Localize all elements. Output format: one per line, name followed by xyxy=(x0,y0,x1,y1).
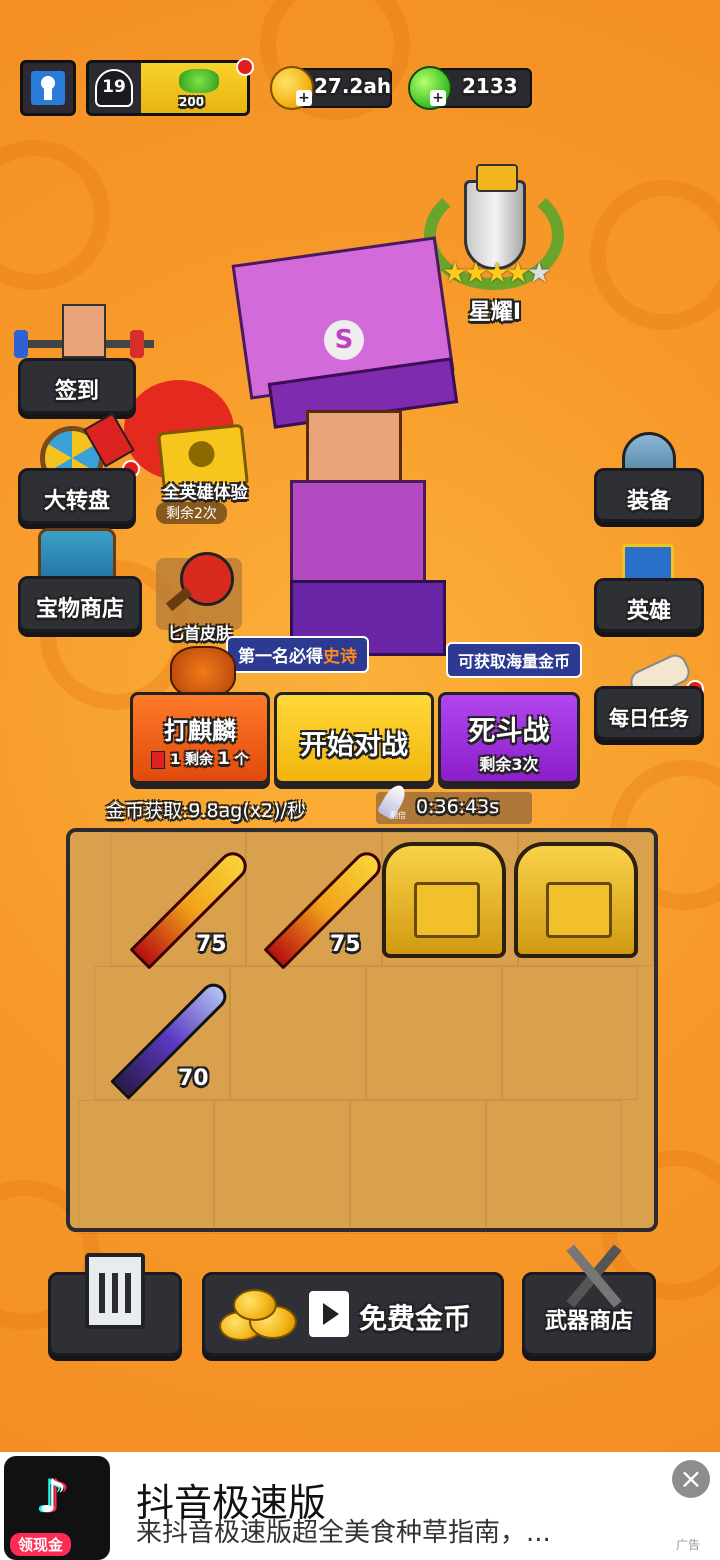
heroes-label: 英雄 xyxy=(626,599,671,624)
crown-icon xyxy=(476,164,518,192)
first-place-text: 第一名必得 xyxy=(238,647,323,667)
wheel-label: 大转盘 xyxy=(43,489,110,514)
daily-tasks-button[interactable]: 每日任务 xyxy=(590,650,714,746)
ad-banner[interactable]: ♪ 领现金 抖音极速版 来抖音极速版超全美食种草指南，... × 广告 xyxy=(0,1452,720,1560)
coin-pile-icon xyxy=(219,1285,299,1341)
start-battle-label: 开始对战 xyxy=(300,730,408,761)
grid-item-purple-sword[interactable]: 70 xyxy=(92,970,232,1100)
avatar-icon xyxy=(31,71,65,105)
checkin-label: 签到 xyxy=(54,379,99,404)
xp-value: 200 xyxy=(179,95,205,109)
gem-amount: 2133 xyxy=(462,74,518,98)
ad-description: 来抖音极速版超全美食种草指南，... xyxy=(136,1518,551,1548)
xp-notification-dot xyxy=(236,58,254,76)
trash-button[interactable] xyxy=(48,1253,182,1356)
level-number: 19 xyxy=(102,77,126,97)
treasure-shop-label-box: 宝物商店 xyxy=(18,576,142,632)
merge-grid: 75 75 70 xyxy=(66,828,658,1234)
item-level: 70 xyxy=(178,1066,209,1091)
daily-tasks-label-box: 每日任务 xyxy=(594,686,704,740)
firecracker-small-icon xyxy=(151,751,166,769)
level-badge: 19 xyxy=(95,69,133,107)
close-ad-button[interactable]: × xyxy=(672,1460,710,1498)
item-level: 75 xyxy=(196,932,227,957)
item-level: 75 xyxy=(330,932,361,957)
golden-chest-icon xyxy=(514,842,638,958)
douyin-app-icon: ♪ 领现金 xyxy=(4,1456,110,1560)
start-battle-button[interactable]: 开始对战 xyxy=(274,692,434,784)
body xyxy=(290,480,426,596)
weapon-shop-button[interactable]: 武器商店 xyxy=(522,1244,656,1356)
red-sword-icon xyxy=(129,846,253,970)
boost-label: 翻倍 xyxy=(390,811,406,820)
equipment-label: 装备 xyxy=(626,489,671,514)
equipment-label-box: 装备 xyxy=(594,468,704,522)
profile-avatar-button[interactable] xyxy=(20,60,76,116)
add-gems-icon[interactable]: + xyxy=(430,90,446,106)
ad-badge: 领现金 xyxy=(10,1533,72,1556)
xp-gems-icon xyxy=(179,69,219,93)
checkin-button[interactable]: 签到 xyxy=(10,300,154,420)
daily-tasks-label: 每日任务 xyxy=(609,706,689,730)
first-place-tooltip: 第一名必得史诗 xyxy=(226,636,369,673)
free-coins-button[interactable]: 免费金币 xyxy=(202,1272,504,1356)
qilin-sub-count: 1 xyxy=(217,749,230,769)
coins-tooltip: 可获取海量金币 xyxy=(446,642,583,678)
qilin-remaining: 1 剩余 1 个 xyxy=(133,749,267,769)
purple-sword-icon xyxy=(110,978,232,1100)
hat-logo-icon: S xyxy=(324,320,364,360)
qilin-sub-prefix: 1 xyxy=(170,752,181,768)
all-hero-trial-button[interactable]: 全英雄体验 剩余2次 xyxy=(150,423,254,526)
fight-qilin-button[interactable]: 打麒麟 1 剩余 1 个 xyxy=(130,692,270,784)
coin-income-rate: 金币获取:9.8ag(x2)/秒 xyxy=(106,800,306,822)
trash-icon xyxy=(85,1253,145,1329)
grid-item-red-sword-1[interactable]: 75 xyxy=(108,836,253,970)
level-xp-panel[interactable]: 19 200 xyxy=(86,60,250,116)
golden-chest-icon xyxy=(382,842,506,958)
equipment-button[interactable]: 装备 xyxy=(590,430,714,526)
crossed-axes-icon xyxy=(559,1239,629,1309)
grid-item-chest-2[interactable] xyxy=(514,836,648,966)
qilin-monster-icon xyxy=(170,646,236,698)
fight-qilin-label: 打麒麟 xyxy=(164,717,236,745)
qilin-sub-unit: 个 xyxy=(234,752,249,768)
coin-amount: 27.2ah xyxy=(314,74,392,98)
epic-highlight: 史诗 xyxy=(323,647,357,667)
all-hero-trial-label: 全英雄体验 xyxy=(162,483,248,503)
treasure-shop-button[interactable]: 宝物商店 xyxy=(10,524,142,638)
weapon-shop-label: 武器商店 xyxy=(544,1309,633,1334)
deathmatch-button[interactable]: 死斗战 剩余3次 xyxy=(438,692,580,784)
heroes-button[interactable]: 英雄 xyxy=(590,540,714,636)
hero-character[interactable]: S xyxy=(124,236,480,660)
coins-tip-text: 可获取海量金币 xyxy=(458,652,571,671)
free-coins-label: 免费金币 xyxy=(359,1302,472,1335)
heroes-label-box: 英雄 xyxy=(594,578,704,632)
add-coins-icon[interactable]: + xyxy=(296,90,312,106)
play-video-icon xyxy=(309,1291,349,1337)
deathmatch-label: 死斗战 xyxy=(468,716,550,747)
dagger-skin-button[interactable]: 匕首皮肤 xyxy=(150,548,250,644)
grid-item-chest-1[interactable] xyxy=(378,836,512,966)
ad-label: 广告 xyxy=(676,1538,701,1552)
deathmatch-remaining: 剩余3次 xyxy=(479,755,539,774)
boost-timer[interactable]: 翻倍 0:36:43s xyxy=(376,781,532,824)
checkin-label-box: 签到 xyxy=(18,358,136,414)
treasure-shop-label: 宝物商店 xyxy=(35,597,124,622)
all-hero-trial-remaining: 剩余2次 xyxy=(156,502,227,524)
tiktok-note-icon: ♪ xyxy=(38,1469,68,1523)
wheel-label-box: 大转盘 xyxy=(18,468,136,524)
red-sword-icon xyxy=(263,846,387,970)
qilin-sub-text: 剩余 xyxy=(184,752,213,768)
boost-timer-value: 0:36:43s xyxy=(416,796,500,818)
wheel-button[interactable]: 大转盘 xyxy=(10,412,140,528)
grid-item-red-sword-2[interactable]: 75 xyxy=(242,836,387,970)
